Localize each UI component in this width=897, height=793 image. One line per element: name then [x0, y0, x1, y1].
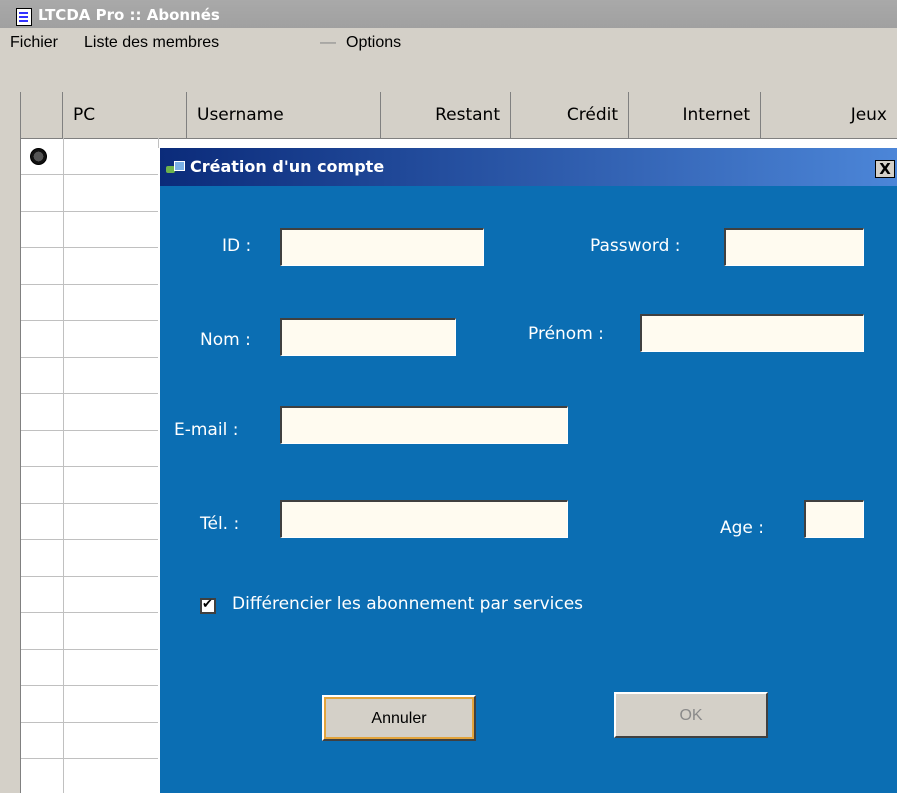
account-icon — [166, 161, 185, 174]
header-restant[interactable]: Restant — [381, 92, 511, 138]
age-field[interactable] — [804, 500, 864, 538]
grid-row-line — [21, 466, 161, 467]
grid-row-line — [21, 210, 161, 212]
header-credit[interactable]: Crédit — [511, 92, 629, 138]
close-button[interactable]: X — [875, 160, 895, 178]
header-pc[interactable]: PC — [63, 92, 187, 138]
services-checkbox-label[interactable]: Différencier les abonnement par services — [232, 594, 583, 614]
record-icon — [30, 148, 47, 165]
prenom-field[interactable] — [640, 314, 864, 352]
password-label: Password : — [590, 236, 681, 256]
grid-row-line — [21, 247, 161, 248]
grid-row-line — [21, 502, 161, 504]
password-field[interactable] — [724, 228, 864, 266]
tel-field[interactable] — [280, 500, 568, 538]
dialog-title: Création d'un compte — [190, 157, 385, 176]
menu-options[interactable]: Options — [346, 34, 401, 52]
dialog-titlebar: Création d'un compte X — [160, 148, 897, 186]
grid-row-line — [21, 356, 161, 358]
table-header: PC Username Restant Crédit Internet Jeux — [21, 92, 897, 139]
app-icon — [16, 8, 32, 26]
grid-row-line — [21, 612, 161, 613]
header-jeux[interactable]: Jeux — [761, 92, 897, 138]
menu-separator: — — [320, 34, 336, 51]
grid-row-line — [21, 393, 161, 394]
window-title: LTCDA Pro :: Abonnés — [38, 6, 220, 24]
tel-label: Tél. : — [200, 514, 240, 534]
grid-row-line — [21, 575, 161, 577]
services-checkbox[interactable] — [200, 597, 216, 614]
grid-row-line — [21, 174, 161, 175]
header-selector — [21, 92, 63, 138]
header-internet[interactable]: Internet — [629, 92, 761, 138]
nom-label: Nom : — [200, 330, 251, 350]
prenom-label: Prénom : — [528, 324, 604, 344]
grid-row-line — [21, 283, 161, 285]
grid-row-line — [21, 539, 161, 540]
grid-row-line — [21, 685, 161, 686]
header-username[interactable]: Username — [187, 92, 381, 138]
age-label: Age : — [720, 518, 765, 538]
grid-row-line — [21, 758, 161, 759]
grid-row-line — [21, 320, 161, 321]
ok-button[interactable]: OK — [614, 692, 768, 738]
menu-bar: Fichier Liste des membres — Options — [0, 28, 897, 86]
cancel-button[interactable]: Annuler — [322, 695, 476, 741]
email-label: E-mail : — [174, 420, 239, 440]
menu-fichier[interactable]: Fichier — [10, 34, 58, 52]
grid-row-line — [21, 429, 161, 431]
id-field[interactable] — [280, 228, 484, 266]
create-account-dialog: Création d'un compte X ID : Password : N… — [158, 148, 897, 793]
email-field[interactable] — [280, 406, 568, 444]
menu-liste-membres[interactable]: Liste des membres — [84, 34, 219, 52]
grid-row-line — [21, 648, 161, 650]
grid-row-line — [21, 721, 161, 723]
id-label: ID : — [222, 236, 252, 256]
nom-field[interactable] — [280, 318, 456, 356]
